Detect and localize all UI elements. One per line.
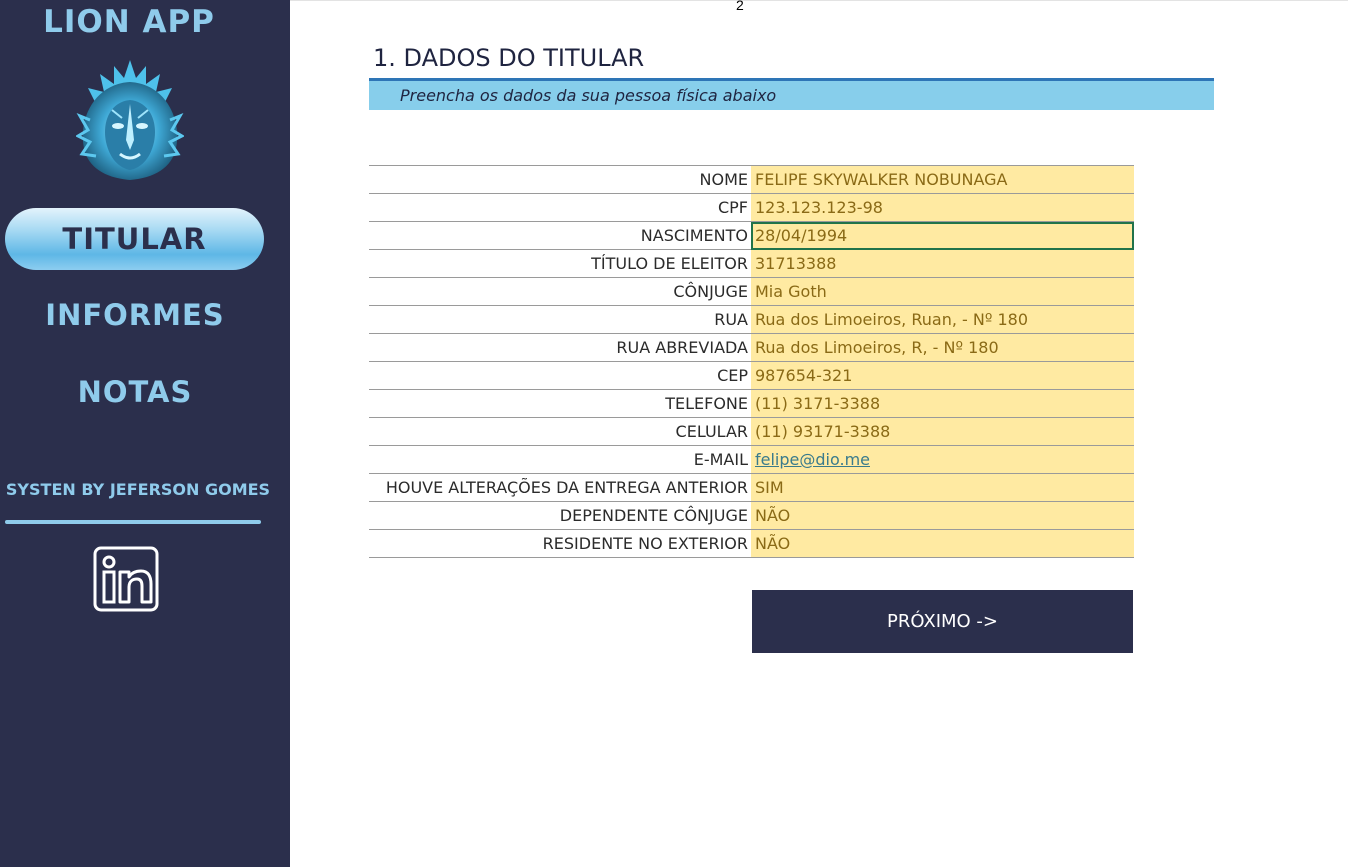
field-label: CEP xyxy=(369,361,751,390)
nav-titular-button[interactable]: TITULAR xyxy=(5,208,264,270)
table-row: CEP 987654-321 xyxy=(369,361,1134,390)
table-row: CELULAR (11) 93171-3388 xyxy=(369,417,1134,446)
nav-informes-button[interactable]: INFORMES xyxy=(0,298,270,332)
field-label: E-MAIL xyxy=(369,445,751,474)
field-value-residente-exterior[interactable]: NÃO xyxy=(751,529,1134,558)
field-label: CÔNJUGE xyxy=(369,277,751,306)
table-row: RUA ABREVIADA Rua dos Limoeiros, R, - Nº… xyxy=(369,333,1134,362)
field-label: RESIDENTE NO EXTERIOR xyxy=(369,529,751,558)
lion-head-logo-icon xyxy=(76,60,184,180)
field-value-cep[interactable]: 987654-321 xyxy=(751,361,1134,390)
field-label: NASCIMENTO xyxy=(369,221,751,250)
email-link[interactable]: felipe@dio.me xyxy=(755,450,870,469)
field-value-telefone[interactable]: (11) 3171-3388 xyxy=(751,389,1134,418)
page-number: 2 xyxy=(736,0,744,13)
field-label: DEPENDENTE CÔNJUGE xyxy=(369,501,751,530)
field-value-celular[interactable]: (11) 93171-3388 xyxy=(751,417,1134,446)
table-row: NASCIMENTO 28/04/1994 xyxy=(369,221,1134,250)
table-row: CÔNJUGE Mia Goth xyxy=(369,277,1134,306)
table-row: NOME FELIPE SKYWALKER NOBUNAGA xyxy=(369,165,1134,194)
field-label: RUA xyxy=(369,305,751,334)
titular-form-table: NOME FELIPE SKYWALKER NOBUNAGA CPF 123.1… xyxy=(369,165,1134,558)
field-label: CPF xyxy=(369,193,751,222)
field-value-nome[interactable]: FELIPE SKYWALKER NOBUNAGA xyxy=(751,165,1134,194)
section-title: 1. DADOS DO TITULAR xyxy=(373,44,645,72)
subtitle-text: Preencha os dados da sua pessoa física a… xyxy=(400,86,777,105)
field-value-rua-abreviada[interactable]: Rua dos Limoeiros, R, - Nº 180 xyxy=(751,333,1134,362)
table-row: HOUVE ALTERAÇÕES DA ENTREGA ANTERIOR SIM xyxy=(369,473,1134,502)
field-value-titulo-eleitor[interactable]: 31713388 xyxy=(751,249,1134,278)
credit-divider xyxy=(5,520,261,524)
field-value-rua[interactable]: Rua dos Limoeiros, Ruan, - Nº 180 xyxy=(751,305,1134,334)
app-title: LION APP xyxy=(43,4,215,40)
field-label: TELEFONE xyxy=(369,389,751,418)
field-value-nascimento[interactable]: 28/04/1994 xyxy=(751,221,1134,250)
field-value-email[interactable]: felipe@dio.me xyxy=(751,445,1134,474)
field-label: HOUVE ALTERAÇÕES DA ENTREGA ANTERIOR xyxy=(369,473,751,502)
table-row: RUA Rua dos Limoeiros, Ruan, - Nº 180 xyxy=(369,305,1134,334)
linkedin-icon[interactable] xyxy=(93,546,159,612)
subtitle-bar: Preencha os dados da sua pessoa física a… xyxy=(369,81,1214,110)
field-value-alteracoes[interactable]: SIM xyxy=(751,473,1134,502)
sheet-top-border xyxy=(290,0,1348,1)
table-row: DEPENDENTE CÔNJUGE NÃO xyxy=(369,501,1134,530)
nav-notas-button[interactable]: NOTAS xyxy=(0,375,270,409)
field-label: CELULAR xyxy=(369,417,751,446)
sidebar: LION APP TITULAR INFORMES NOTAS SYSTEN B… xyxy=(0,0,290,867)
field-label: NOME xyxy=(369,165,751,194)
table-row: CPF 123.123.123-98 xyxy=(369,193,1134,222)
field-value-cpf[interactable]: 123.123.123-98 xyxy=(751,193,1134,222)
table-row: RESIDENTE NO EXTERIOR NÃO xyxy=(369,529,1134,558)
field-value-conjuge[interactable]: Mia Goth xyxy=(751,277,1134,306)
table-row: E-MAIL felipe@dio.me xyxy=(369,445,1134,474)
next-button[interactable]: PRÓXIMO -> xyxy=(752,590,1133,653)
field-value-dependente-conjuge[interactable]: NÃO xyxy=(751,501,1134,530)
credit-text: SYSTEN BY JEFERSON GOMES xyxy=(5,480,271,499)
field-label: TÍTULO DE ELEITOR xyxy=(369,249,751,278)
table-row: TELEFONE (11) 3171-3388 xyxy=(369,389,1134,418)
field-label: RUA ABREVIADA xyxy=(369,333,751,362)
table-row: TÍTULO DE ELEITOR 31713388 xyxy=(369,249,1134,278)
